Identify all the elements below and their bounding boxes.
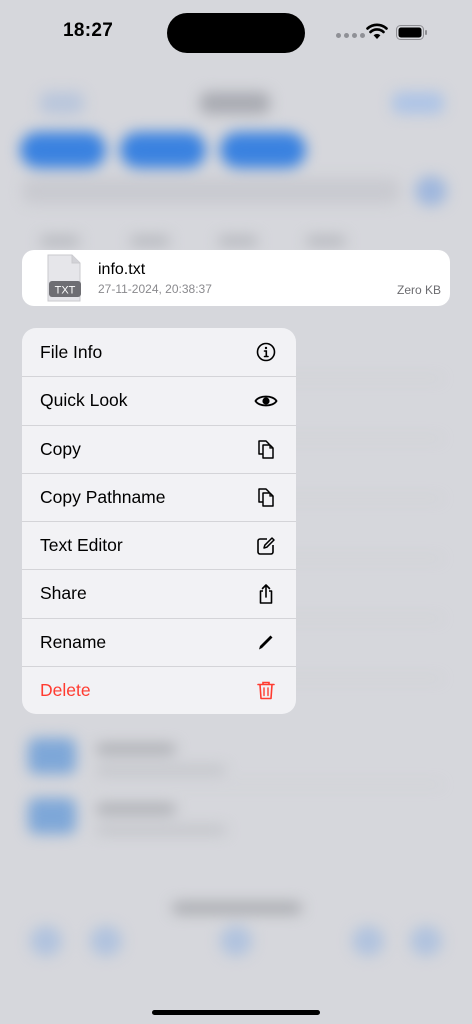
menu-item-label: Copy Pathname [40, 486, 166, 507]
status-time: 18:27 [63, 20, 114, 41]
bg-divider [90, 784, 442, 785]
bg-toolbar-button [410, 926, 442, 956]
bg-filter-pill [120, 132, 206, 168]
menu-item-label: Quick Look [40, 390, 128, 411]
menu-item-file-info[interactable]: File Info [22, 328, 296, 376]
square-pencil-icon [254, 534, 278, 558]
bg-row-subtitle [96, 826, 226, 834]
bg-toolbar-button [90, 926, 122, 956]
bg-back-button [40, 92, 84, 114]
bg-filter-pill [20, 132, 106, 168]
menu-item-delete[interactable]: Delete [22, 665, 296, 714]
file-preview-card: TXT info.txt 27-11-2024, 20:38:37 Zero K… [22, 250, 450, 306]
bg-nav-title [200, 92, 270, 114]
bg-column-header [130, 236, 170, 246]
bg-toolbar-button [352, 926, 384, 956]
eye-icon [254, 389, 278, 413]
bg-nav-action [392, 92, 444, 114]
menu-item-copy-pathname[interactable]: Copy Pathname [22, 472, 296, 521]
menu-item-label: Delete [40, 679, 91, 700]
menu-item-text-editor[interactable]: Text Editor [22, 521, 296, 569]
file-name: info.txt [98, 261, 146, 278]
context-menu: File Info Quick Look Copy Copy Pathname … [22, 328, 296, 714]
dynamic-island [167, 13, 305, 53]
menu-item-label: Rename [40, 631, 107, 652]
menu-item-label: Share [40, 583, 87, 604]
pencil-icon [254, 630, 278, 654]
bg-folder-icon [28, 798, 76, 834]
home-indicator [152, 1010, 320, 1015]
bg-row-title [96, 744, 176, 754]
bg-folder-icon [28, 738, 76, 774]
menu-item-rename[interactable]: Rename [22, 617, 296, 666]
bg-column-header [40, 236, 80, 246]
share-icon [254, 582, 278, 606]
bg-toolbar-button [30, 926, 62, 956]
menu-item-label: File Info [40, 341, 103, 362]
bg-column-header [306, 236, 346, 246]
file-type-label: TXT [55, 285, 76, 297]
info-circle-icon [254, 340, 278, 364]
battery-icon [396, 25, 427, 40]
menu-item-copy[interactable]: Copy [22, 424, 296, 473]
bg-filter-pill [220, 132, 306, 168]
cellular-signal-icon [336, 33, 365, 38]
documents-copy-icon [254, 437, 278, 461]
txt-file-icon: TXT [47, 254, 81, 302]
bg-footer-text [172, 902, 302, 914]
documents-copy-icon [254, 485, 278, 509]
bg-search-field [22, 178, 400, 204]
menu-item-share[interactable]: Share [22, 569, 296, 617]
wifi-icon [366, 23, 388, 39]
menu-item-label: Text Editor [40, 535, 123, 556]
file-modified-date: 27-11-2024, 20:38:37 [98, 282, 212, 296]
menu-item-quick-look[interactable]: Quick Look [22, 376, 296, 424]
bg-row-subtitle [96, 766, 226, 774]
trash-icon [254, 678, 278, 702]
menu-item-label: Copy [40, 438, 81, 459]
file-size: Zero KB [396, 283, 441, 297]
bg-search-button [415, 176, 447, 206]
bg-toolbar-button [220, 926, 252, 956]
bg-column-header [218, 236, 258, 246]
bg-row-title [96, 804, 176, 814]
